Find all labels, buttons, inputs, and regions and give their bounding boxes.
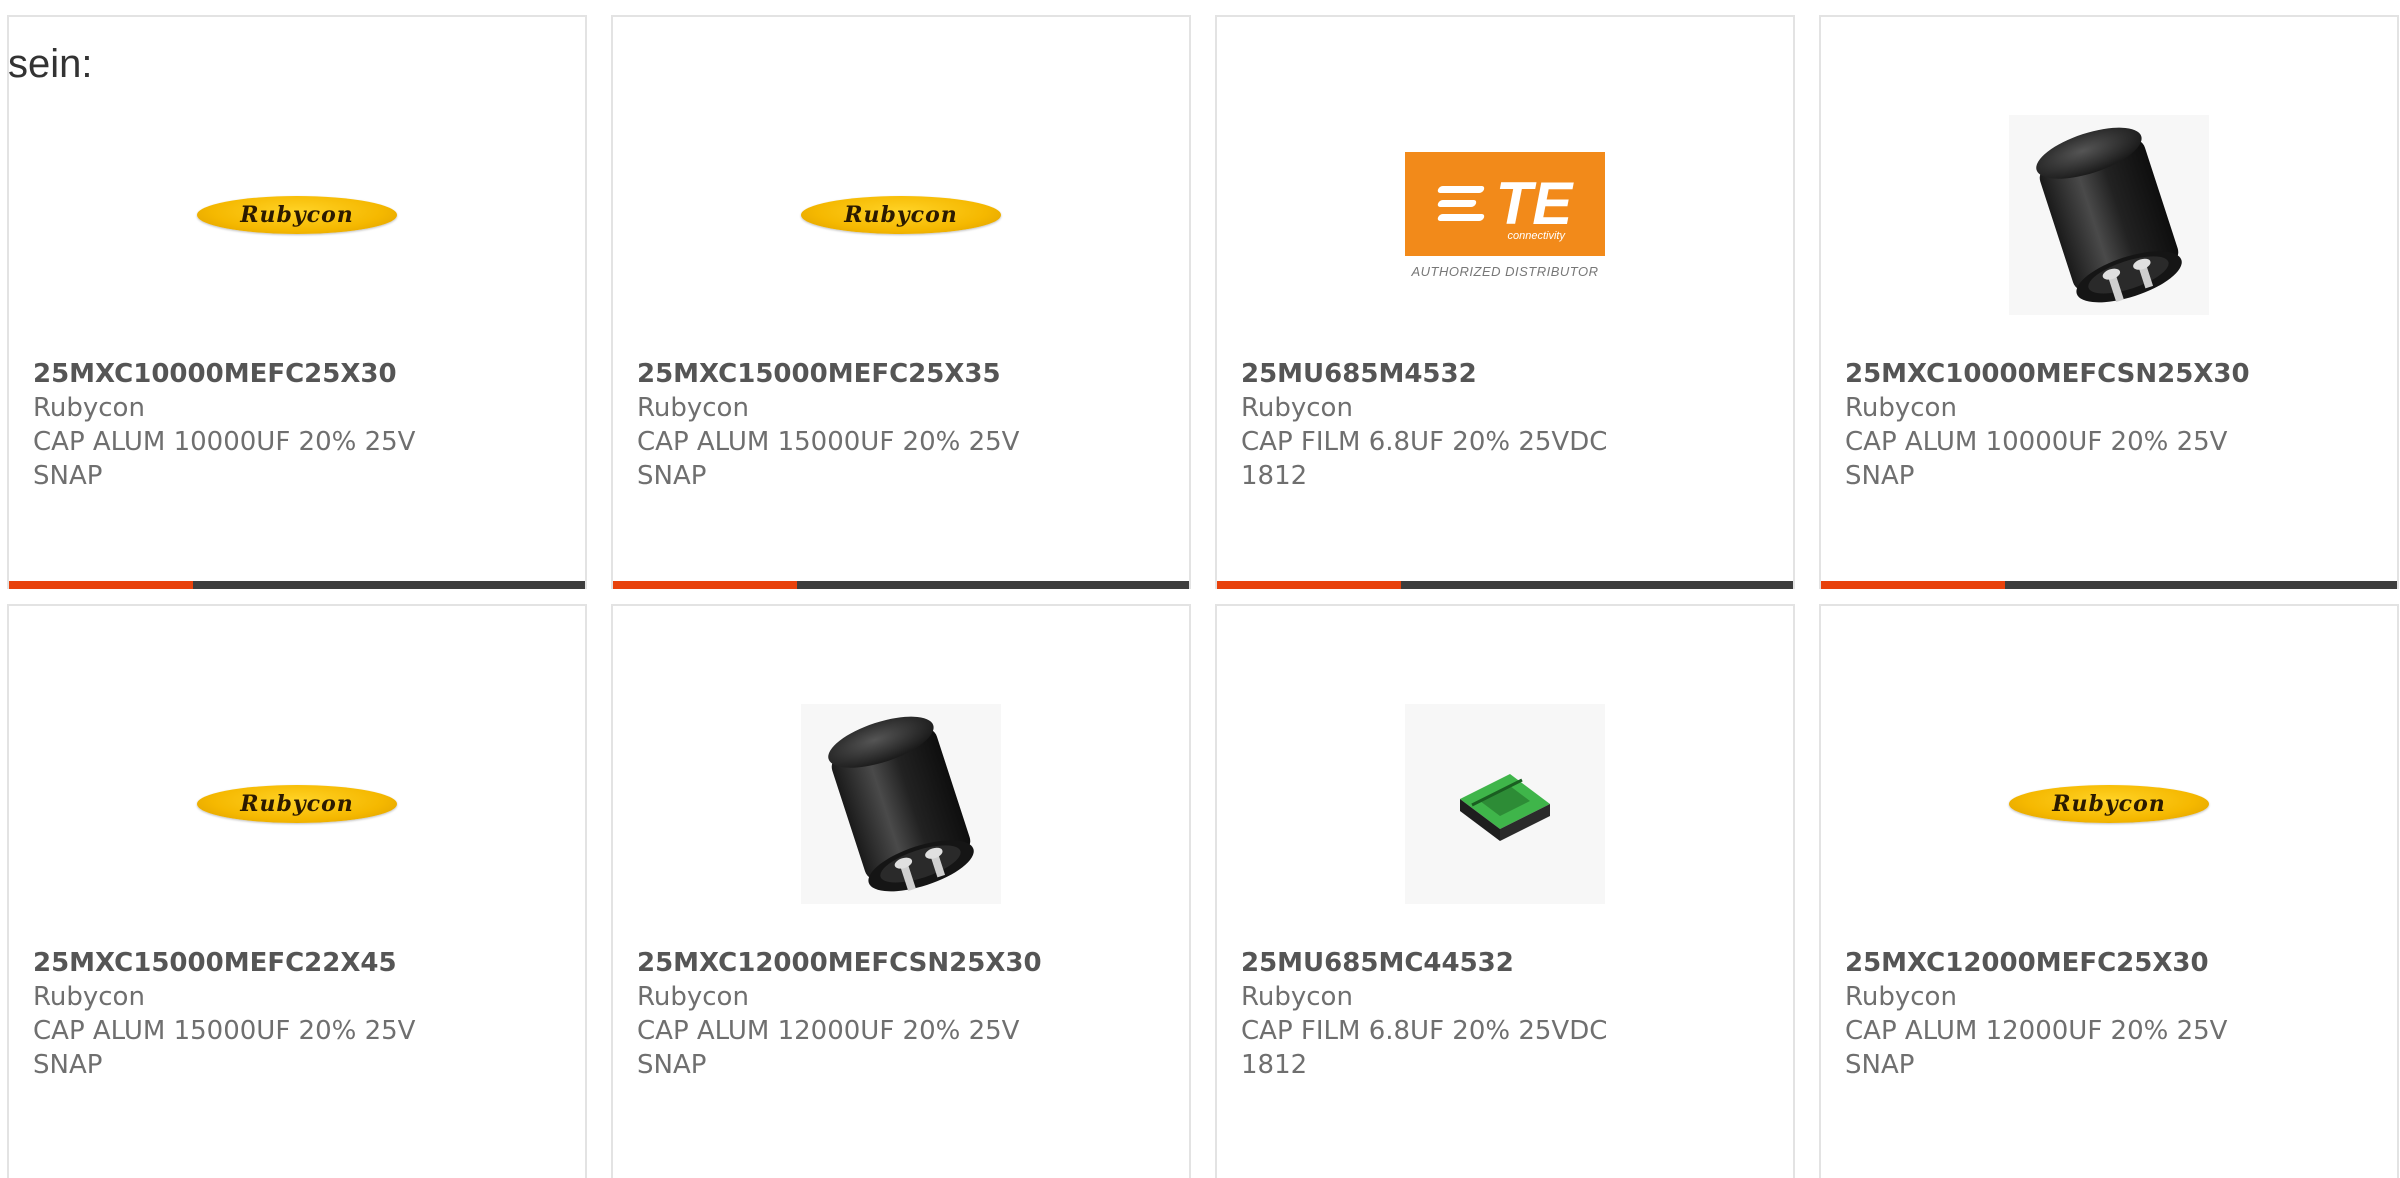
te-logo-letters: TE bbox=[1495, 169, 1573, 237]
rubycon-logo: Rubycon bbox=[801, 196, 1001, 234]
product-image-area[interactable]: Rubycon bbox=[1821, 704, 2397, 904]
product-info: 25MXC10000MEFCSN25X30 Rubycon CAP ALUM 100… bbox=[1845, 357, 2373, 493]
product-description: CAP ALUM 15000UF 20% 25V SNAP bbox=[33, 1016, 416, 1080]
product-description: CAP ALUM 12000UF 20% 25V SNAP bbox=[1845, 1016, 2228, 1080]
product-image-area[interactable] bbox=[1821, 115, 2397, 315]
product-grid: Rubycon 25MXC10000MEFC25X30 Rubycon CAP ALU… bbox=[7, 15, 2399, 1178]
product-card[interactable]: Rubycon 25MXC15000MEFC25X35 Rubycon CAP ALU… bbox=[611, 15, 1191, 589]
product-card[interactable]: 25MXC10000MEFCSN25X30 Rubycon CAP ALUM 100… bbox=[1819, 15, 2399, 589]
product-image-area[interactable]: Rubycon bbox=[613, 115, 1189, 315]
product-info: 25MXC15000MEFC25X35 Rubycon CAP ALUM 15000… bbox=[637, 357, 1165, 493]
product-image-area[interactable]: Rubycon bbox=[9, 115, 585, 315]
product-description: CAP FILM 6.8UF 20% 25VDC 1812 bbox=[1241, 1016, 1608, 1080]
product-info: 25MXC12000MEFCSN25X30 Rubycon CAP ALUM 120… bbox=[637, 946, 1165, 1082]
product-description: CAP ALUM 15000UF 20% 25V SNAP bbox=[637, 427, 1020, 491]
product-manufacturer: Rubycon bbox=[1845, 393, 1957, 423]
product-manufacturer: Rubycon bbox=[1241, 393, 1353, 423]
electrolytic-capacitor-image bbox=[801, 704, 1001, 904]
product-card[interactable]: Rubycon 25MXC10000MEFC25X30 Rubycon CAP ALU… bbox=[7, 15, 587, 589]
page-heading: sein: bbox=[8, 42, 93, 86]
product-manufacturer: Rubycon bbox=[637, 393, 749, 423]
product-progress-fill bbox=[1217, 581, 1402, 589]
product-progress-bar bbox=[613, 581, 1189, 589]
product-card[interactable]: Rubycon 25MXC15000MEFC22X45 Rubycon CAP ALU… bbox=[7, 604, 587, 1178]
product-progress-bar bbox=[1821, 581, 2397, 589]
product-card[interactable]: Rubycon 25MXC12000MEFC25X30 Rubycon CAP ALU… bbox=[1819, 604, 2399, 1178]
product-description: CAP ALUM 10000UF 20% 25V SNAP bbox=[33, 427, 416, 491]
product-card[interactable]: 25MU685MC44532 Rubycon CAP FILM 6.8UF 20% … bbox=[1215, 604, 1795, 1178]
product-description: CAP ALUM 10000UF 20% 25V SNAP bbox=[1845, 427, 2228, 491]
product-part-number-link[interactable]: 25MXC15000MEFC25X35 bbox=[637, 357, 1165, 391]
product-part-number-link[interactable]: 25MXC12000MEFCSN25X30 bbox=[637, 946, 1165, 980]
product-info: 25MXC10000MEFC25X30 Rubycon CAP ALUM 10000… bbox=[33, 357, 561, 493]
product-part-number-link[interactable]: 25MU685M4532 bbox=[1241, 357, 1769, 391]
rubycon-logo: Rubycon bbox=[2009, 785, 2209, 823]
rubycon-logo-text: Rubycon bbox=[2052, 791, 2166, 817]
te-stripes-icon bbox=[1436, 186, 1485, 221]
product-image-area[interactable] bbox=[613, 704, 1189, 904]
product-manufacturer: Rubycon bbox=[1241, 982, 1353, 1012]
product-part-number-link[interactable]: 25MXC10000MEFCSN25X30 bbox=[1845, 357, 2373, 391]
product-manufacturer: Rubycon bbox=[33, 982, 145, 1012]
product-description: CAP FILM 6.8UF 20% 25VDC 1812 bbox=[1241, 427, 1608, 491]
product-image-area[interactable]: TE connectivity AUTHORIZED DISTRIBUTOR bbox=[1217, 115, 1793, 315]
product-manufacturer: Rubycon bbox=[33, 393, 145, 423]
product-image-area[interactable]: Rubycon bbox=[9, 704, 585, 904]
te-logo-tagline: AUTHORIZED DISTRIBUTOR bbox=[1411, 263, 1599, 279]
product-progress-fill bbox=[1821, 581, 2006, 589]
electrolytic-capacitor-image bbox=[2009, 115, 2209, 315]
product-part-number-link[interactable]: 25MU685MC44532 bbox=[1241, 946, 1769, 980]
rubycon-logo: Rubycon bbox=[197, 785, 397, 823]
rubycon-logo-text: Rubycon bbox=[844, 202, 958, 228]
product-manufacturer: Rubycon bbox=[637, 982, 749, 1012]
te-logo-sub: connectivity bbox=[1507, 229, 1565, 242]
product-part-number-link[interactable]: 25MXC15000MEFC22X45 bbox=[33, 946, 561, 980]
product-info: 25MU685M4532 Rubycon CAP FILM 6.8UF 20% 25… bbox=[1241, 357, 1769, 493]
product-progress-fill bbox=[613, 581, 798, 589]
film-capacitor-image bbox=[1405, 704, 1605, 904]
rubycon-logo-text: Rubycon bbox=[240, 791, 354, 817]
product-card[interactable]: 25MXC12000MEFCSN25X30 Rubycon CAP ALUM 120… bbox=[611, 604, 1191, 1178]
te-logo-box: TE connectivity bbox=[1405, 151, 1605, 256]
rubycon-logo: Rubycon bbox=[197, 196, 397, 234]
product-part-number-link[interactable]: 25MXC12000MEFC25X30 bbox=[1845, 946, 2373, 980]
product-progress-bar bbox=[1217, 581, 1793, 589]
product-image-area[interactable] bbox=[1217, 704, 1793, 904]
product-info: 25MU685MC44532 Rubycon CAP FILM 6.8UF 20% … bbox=[1241, 946, 1769, 1082]
product-progress-bar bbox=[9, 581, 585, 589]
product-part-number-link[interactable]: 25MXC10000MEFC25X30 bbox=[33, 357, 561, 391]
product-info: 25MXC15000MEFC22X45 Rubycon CAP ALUM 15000… bbox=[33, 946, 561, 1082]
product-info: 25MXC12000MEFC25X30 Rubycon CAP ALUM 12000… bbox=[1845, 946, 2373, 1082]
rubycon-logo-text: Rubycon bbox=[240, 202, 354, 228]
product-description: CAP ALUM 12000UF 20% 25V SNAP bbox=[637, 1016, 1020, 1080]
te-connectivity-logo: TE connectivity AUTHORIZED DISTRIBUTOR bbox=[1405, 151, 1605, 279]
product-card[interactable]: TE connectivity AUTHORIZED DISTRIBUTOR 25… bbox=[1215, 15, 1795, 589]
product-manufacturer: Rubycon bbox=[1845, 982, 1957, 1012]
product-progress-fill bbox=[9, 581, 194, 589]
